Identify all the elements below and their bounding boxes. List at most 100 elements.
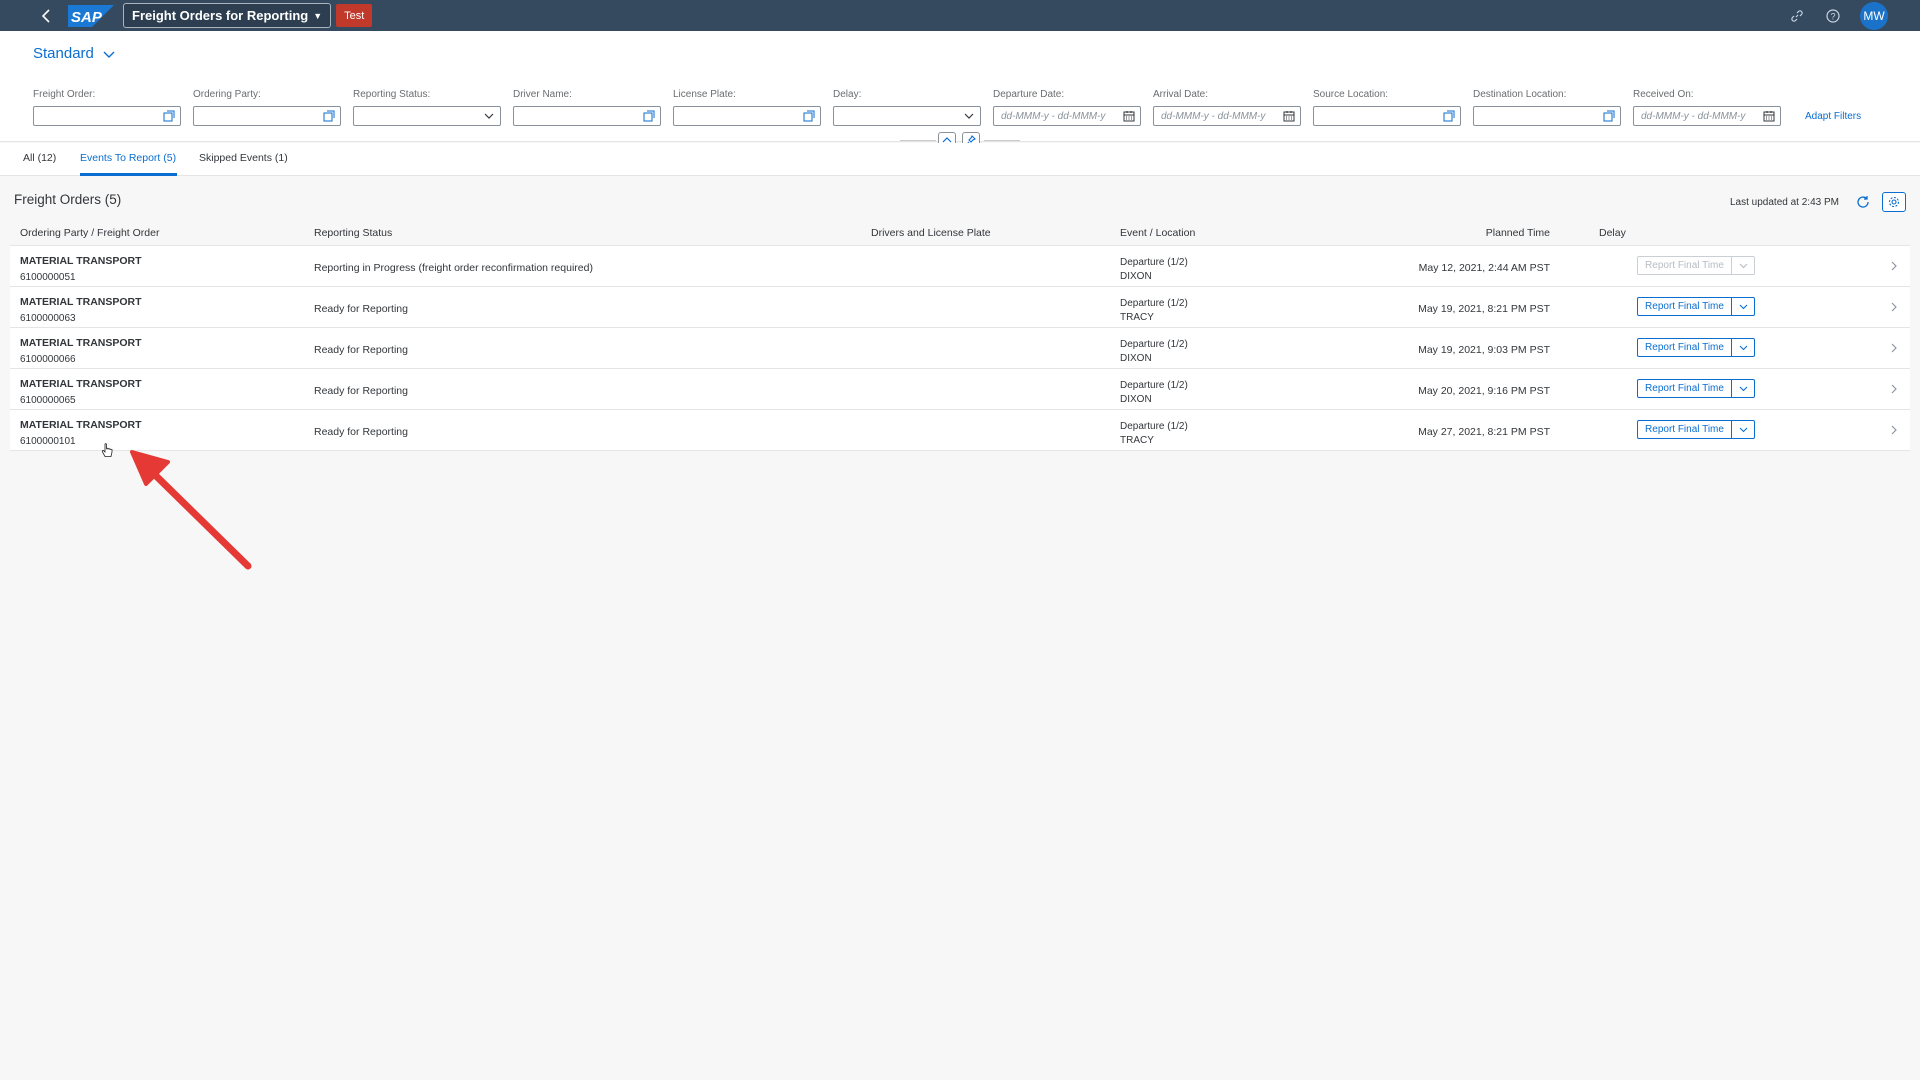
back-button[interactable] xyxy=(32,0,60,31)
filter-label: Departure Date: xyxy=(993,89,1065,100)
filter-label: Reporting Status: xyxy=(353,89,431,100)
driver-name-input[interactable] xyxy=(513,106,661,126)
app-title: Freight Orders for Reporting xyxy=(132,8,309,23)
chevron-down-icon[interactable] xyxy=(1732,257,1754,274)
freight-order-number: 6100000063 xyxy=(20,313,76,324)
report-final-time-button[interactable]: Report Final Time xyxy=(1637,379,1755,398)
filter-label: Ordering Party: xyxy=(193,89,261,100)
filter-arrival-date: Arrival Date: dd-MMM-y - dd-MMM-y xyxy=(1153,89,1301,126)
filter-label: License Plate: xyxy=(673,89,736,100)
received-on-input[interactable]: dd-MMM-y - dd-MMM-y xyxy=(1633,106,1781,126)
chevron-down-icon[interactable] xyxy=(1732,421,1754,438)
column-header-planned-time[interactable]: Planned Time xyxy=(1486,227,1550,239)
sap-logo[interactable]: SAP xyxy=(68,4,114,27)
filter-label: Destination Location: xyxy=(1473,89,1567,100)
calendar-icon[interactable] xyxy=(1282,109,1296,123)
reporting-status-input[interactable] xyxy=(353,106,501,126)
value-help-icon[interactable] xyxy=(1602,109,1616,123)
variant-selector[interactable]: Standard xyxy=(33,45,116,62)
chevron-down-icon[interactable] xyxy=(962,109,976,123)
filter-label: Arrival Date: xyxy=(1153,89,1209,100)
freight-order-input[interactable] xyxy=(33,106,181,126)
filter-driver-name: Driver Name: xyxy=(513,89,661,126)
hand-cursor-icon xyxy=(101,443,113,457)
chevron-down-icon[interactable] xyxy=(1732,380,1754,397)
user-avatar[interactable]: MW xyxy=(1860,1,1888,30)
value-help-icon[interactable] xyxy=(802,109,816,123)
shell-bar: SAP Freight Orders for Reporting ▼ Test … xyxy=(0,0,1920,31)
reporting-status: Ready for Reporting xyxy=(314,303,408,315)
report-final-time-button[interactable]: Report Final Time xyxy=(1637,256,1755,275)
tab-skipped-events[interactable]: Skipped Events (1) xyxy=(199,152,288,164)
planned-time: May 19, 2021, 8:21 PM PST xyxy=(1418,303,1550,315)
filter-placeholder: dd-MMM-y - dd-MMM-y xyxy=(1001,110,1106,122)
destination-location-input[interactable] xyxy=(1473,106,1621,126)
freight-order-number: 6100000066 xyxy=(20,354,76,365)
chevron-right-icon[interactable] xyxy=(1888,299,1900,315)
table-row[interactable]: MATERIAL TRANSPORT 6100000063 Ready for Re… xyxy=(10,287,1910,328)
report-final-time-button[interactable]: Report Final Time xyxy=(1637,420,1755,439)
filter-destination-location: Destination Location: xyxy=(1473,89,1621,126)
table-row[interactable]: MATERIAL TRANSPORT 6100000101 Ready for Re… xyxy=(10,410,1910,451)
report-final-time-button[interactable]: Report Final Time xyxy=(1637,338,1755,357)
chevron-down-icon[interactable] xyxy=(1732,339,1754,356)
filter-label: Driver Name: xyxy=(513,89,572,100)
license-plate-input[interactable] xyxy=(673,106,821,126)
chevron-right-icon[interactable] xyxy=(1888,340,1900,356)
location-name: DIXON xyxy=(1120,353,1152,364)
location-name: DIXON xyxy=(1120,271,1152,282)
value-help-icon[interactable] xyxy=(322,109,336,123)
calendar-icon[interactable] xyxy=(1122,109,1136,123)
table-row[interactable]: MATERIAL TRANSPORT 6100000066 Ready for Re… xyxy=(10,328,1910,369)
arrival-date-input[interactable]: dd-MMM-y - dd-MMM-y xyxy=(1153,106,1301,126)
table-settings-button[interactable] xyxy=(1882,192,1906,212)
delay-input[interactable] xyxy=(833,106,981,126)
chevron-down-icon[interactable] xyxy=(482,109,496,123)
refresh-button[interactable] xyxy=(1855,194,1871,210)
location-name: TRACY xyxy=(1120,435,1154,446)
link-icon[interactable] xyxy=(1788,7,1806,25)
column-header-drivers[interactable]: Drivers and License Plate xyxy=(871,227,991,239)
planned-time: May 19, 2021, 9:03 PM PST xyxy=(1418,344,1550,356)
chevron-right-icon[interactable] xyxy=(1888,422,1900,438)
column-header-delay[interactable]: Delay xyxy=(1599,227,1626,239)
sap-logo-text: SAP xyxy=(71,9,103,26)
help-icon[interactable]: ? xyxy=(1824,7,1842,25)
departure-date-input[interactable]: dd-MMM-y - dd-MMM-y xyxy=(993,106,1141,126)
ordering-party: MATERIAL TRANSPORT xyxy=(20,255,142,267)
tab-all[interactable]: All (12) xyxy=(23,152,56,164)
freight-order-number: 6100000065 xyxy=(20,395,76,406)
chevron-right-icon[interactable] xyxy=(1888,381,1900,397)
value-help-icon[interactable] xyxy=(642,109,656,123)
column-header-reporting-status[interactable]: Reporting Status xyxy=(314,227,392,239)
value-help-icon[interactable] xyxy=(1442,109,1456,123)
filter-freight-order: Freight Order: xyxy=(33,89,181,126)
column-header-ordering-party[interactable]: Ordering Party / Freight Order xyxy=(20,227,159,239)
report-final-time-button[interactable]: Report Final Time xyxy=(1637,297,1755,316)
report-final-time-label: Report Final Time xyxy=(1638,257,1732,274)
ordering-party-input[interactable] xyxy=(193,106,341,126)
app-title-menu[interactable]: Freight Orders for Reporting ▼ xyxy=(123,3,332,28)
filter-delay: Delay: xyxy=(833,89,981,126)
table-row[interactable]: MATERIAL TRANSPORT 6100000051 Reporting in… xyxy=(10,246,1910,287)
active-tab-indicator xyxy=(80,173,177,176)
table-row[interactable]: MATERIAL TRANSPORT 6100000065 Ready for Re… xyxy=(10,369,1910,410)
filter-fields: Freight Order: Ordering Party: Reporting S… xyxy=(33,89,1781,126)
reporting-status: Ready for Reporting xyxy=(314,385,408,397)
chevron-right-icon[interactable] xyxy=(1888,258,1900,274)
filter-bar: Standard Freight Order: Ordering Party: Re… xyxy=(0,31,1920,142)
location-name: TRACY xyxy=(1120,312,1154,323)
collapse-divider xyxy=(984,140,1020,141)
value-help-icon[interactable] xyxy=(162,109,176,123)
reporting-status: Ready for Reporting xyxy=(314,344,408,356)
source-location-input[interactable] xyxy=(1313,106,1461,126)
chevron-down-icon[interactable] xyxy=(1732,298,1754,315)
freight-orders-table: Ordering Party / Freight Order Reporting… xyxy=(10,220,1910,451)
event-location: Departure (1/2) DIXON xyxy=(1120,379,1188,407)
calendar-icon[interactable] xyxy=(1762,109,1776,123)
adapt-filters-link[interactable]: Adapt Filters xyxy=(1805,111,1861,122)
filter-ordering-party: Ordering Party: xyxy=(193,89,341,126)
tab-events-to-report[interactable]: Events To Report (5) xyxy=(80,152,176,164)
column-header-event-location[interactable]: Event / Location xyxy=(1120,227,1195,239)
table-header-row: Ordering Party / Freight Order Reporting… xyxy=(10,220,1910,246)
